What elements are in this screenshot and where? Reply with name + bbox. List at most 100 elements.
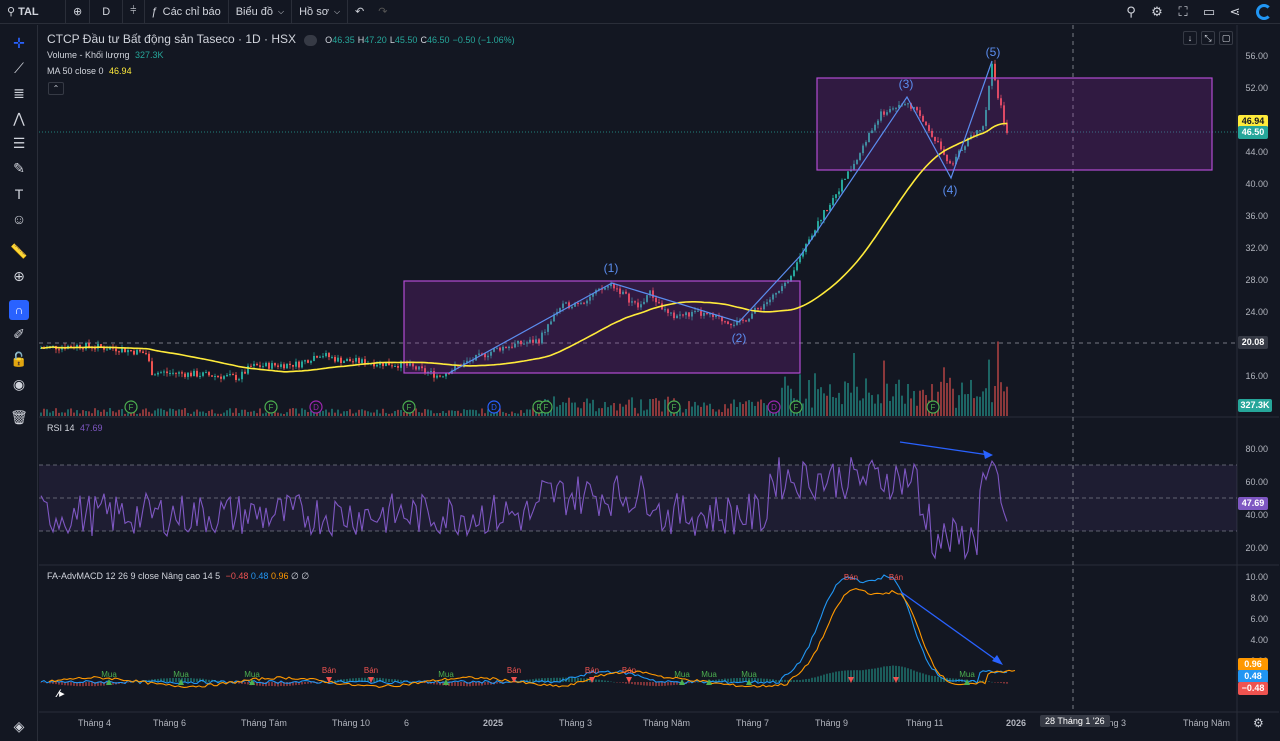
volume-bar [370, 412, 372, 416]
volume-bar [445, 412, 447, 416]
volume-bar [652, 398, 654, 416]
macd-histogram-bar [835, 671, 837, 682]
rsi-legend[interactable]: RSI 14 47.69 [47, 423, 103, 433]
fullscreen-button[interactable]: ⛶ [1170, 0, 1196, 24]
volume-bar [520, 410, 522, 416]
consolidation-box-1[interactable] [403, 280, 801, 374]
volume-bar [397, 409, 399, 416]
consolidation-box-2[interactable] [816, 77, 1213, 171]
volume-bar [724, 404, 726, 416]
event-marker-label: F [931, 403, 936, 412]
layers-icon: ◈ [13, 718, 25, 734]
settings-button[interactable]: ⚙ [1144, 0, 1170, 24]
macd-divergence-line[interactable] [900, 591, 1000, 663]
volume-bar [148, 411, 150, 416]
macd-histogram-bar [532, 679, 534, 682]
crosshair-tool[interactable]: ✛ [0, 31, 38, 56]
ruler-tool[interactable]: 📏 [0, 239, 38, 264]
interval-button[interactable]: D [90, 0, 124, 24]
candle-body [136, 349, 138, 355]
volume-bar [337, 409, 339, 416]
lock-tool[interactable]: 🔓 [0, 347, 38, 372]
fib-tool[interactable]: ≣ [0, 81, 38, 106]
volume-bar [358, 409, 360, 416]
volume-bar [211, 409, 213, 416]
signal-line [48, 588, 1016, 688]
candle-body [253, 363, 255, 366]
symbol-search[interactable]: ⚲ TAL [0, 0, 66, 24]
time-tick-label: 2025 [483, 718, 504, 728]
chevron-down-icon: ⌵ [278, 6, 285, 16]
volume-bar [727, 408, 729, 416]
quick-search-button[interactable]: ⚲ [1118, 0, 1144, 24]
volume-legend[interactable]: Volume - Khối lượng 327.3K [47, 50, 164, 60]
zoom-tool[interactable]: ⊕ [0, 264, 38, 289]
volume-bar [862, 398, 864, 416]
volume-bar [175, 410, 177, 416]
pattern-tool[interactable]: ⋀ [0, 106, 38, 131]
object-tree-button[interactable]: ◈ [0, 714, 38, 739]
maximize-pane-button[interactable]: ▢ [1219, 31, 1233, 45]
collapse-legend-button[interactable]: ⌃ [48, 82, 64, 95]
undo-button[interactable]: ↶ [348, 0, 371, 24]
ma-legend[interactable]: MA 50 close 0 46.94 [47, 66, 132, 76]
volume-bar [127, 413, 129, 416]
bar-style-button[interactable]: ⫩ [123, 0, 145, 24]
move-down-button[interactable]: ↓ [1183, 31, 1197, 45]
candle-body [226, 374, 228, 377]
volume-bar [703, 402, 705, 416]
volume-bar [433, 413, 435, 416]
macd-histogram-bar [196, 678, 198, 682]
volume-bar [109, 408, 111, 416]
hide-tool[interactable]: ◉ [0, 372, 38, 397]
camera-button[interactable]: ▭ [1196, 0, 1222, 24]
volume-bar [361, 409, 363, 416]
emoji-tool[interactable]: ☺ [0, 206, 38, 231]
indicators-button[interactable]: ƒ Các chỉ báo [145, 0, 229, 24]
volume-bar [880, 403, 882, 416]
profile-button[interactable]: Hồ sơ ⌵ [292, 0, 349, 24]
indicators-icon: ƒ [151, 5, 158, 18]
macd-histogram-bar [409, 681, 411, 682]
delete-tool[interactable]: 🗑 [0, 405, 38, 430]
macd-histogram-bar [280, 682, 282, 686]
rsi-divergence-line[interactable] [899, 441, 990, 456]
share-button[interactable]: ⋖ [1222, 0, 1248, 24]
chart-canvas[interactable]: (1) (2) (3) (4) (5) Mua Mua Mua Mua Mua Mua Mu… [39, 25, 1279, 741]
volume-bar [826, 395, 828, 416]
eye-toggle-icon[interactable] [304, 34, 318, 46]
candle-body [154, 374, 156, 376]
candle-body [844, 178, 846, 180]
collapse-pane-button[interactable]: ⤡ [1201, 31, 1215, 45]
macd-histogram-bar [826, 673, 828, 682]
volume-bar [883, 360, 885, 416]
volume-bar [364, 410, 366, 416]
tv-logo[interactable]: ⁄▸ [50, 686, 72, 702]
macd-histogram-bar [622, 682, 624, 683]
macd-histogram-bar [91, 682, 93, 687]
text-tool[interactable]: T [0, 181, 38, 206]
candle-body [289, 363, 291, 365]
macd-histogram-bar [307, 682, 309, 684]
event-marker-label: F [129, 403, 134, 412]
chart-type-button[interactable]: Biểu đồ ⌵ [229, 0, 293, 24]
trendline-tool[interactable]: ⟋ [0, 56, 38, 81]
time-axis-settings-button[interactable]: ⚙ [1253, 716, 1264, 730]
projection-tool[interactable]: ☰ [0, 131, 38, 156]
volume-bar [52, 411, 54, 416]
compare-button[interactable]: ⊕ [66, 0, 91, 24]
volume-bar [226, 410, 228, 416]
main-legend[interactable]: CTCP Đầu tư Bất động sản Taseco · 1D · H… [47, 32, 515, 46]
lock-drawing-tool[interactable]: ✐ [0, 322, 38, 347]
volume-bar [58, 412, 60, 416]
candles-icon: ⫩ [130, 5, 137, 17]
macd-legend[interactable]: FA-AdvMACD 12 26 9 close Nâng cao 14 5 −… [47, 571, 309, 582]
candle-body [280, 364, 282, 367]
macd-histogram-bar [997, 682, 999, 683]
volume-bar [646, 409, 648, 416]
redo-button[interactable]: ↷ [371, 0, 394, 24]
magnet-tool[interactable]: ∩ [0, 297, 38, 322]
wave-label-4: (4) [943, 183, 958, 197]
brush-tool[interactable]: ✎ [0, 156, 38, 181]
volume-bar [484, 413, 486, 416]
